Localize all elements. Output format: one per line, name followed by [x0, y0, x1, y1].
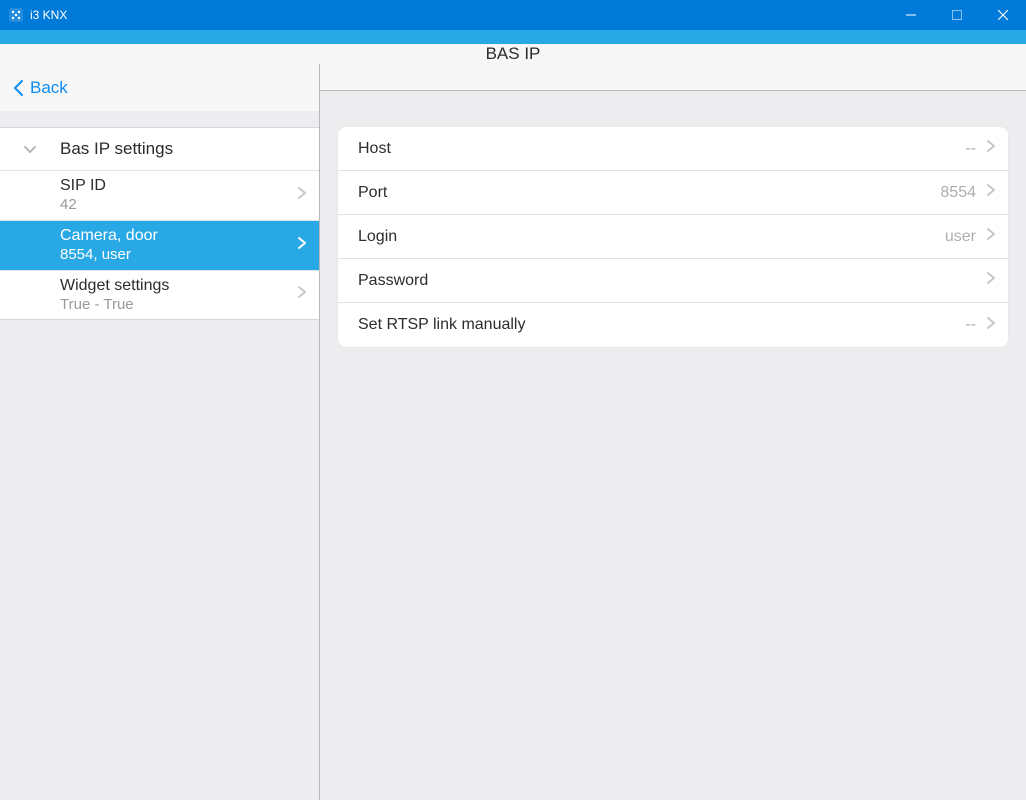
row-login[interactable]: Login user — [338, 215, 1008, 259]
sidebar: Bas IP settings SIP ID 42 Camera, door 8… — [0, 91, 320, 800]
sidebar-group-title: Bas IP settings — [60, 139, 319, 159]
chevron-right-icon — [297, 235, 309, 256]
accent-strip — [0, 30, 1026, 44]
chevron-right-icon — [986, 138, 996, 159]
settings-card: Host -- Port 8554 Login user — [338, 127, 1008, 347]
maximize-button[interactable] — [934, 0, 980, 30]
row-host[interactable]: Host -- — [338, 127, 1008, 171]
row-value: user — [945, 228, 976, 246]
sidebar-item-camera-door[interactable]: Camera, door 8554, user — [0, 221, 319, 271]
row-value: -- — [965, 140, 976, 158]
row-label: Set RTSP link manually — [358, 316, 965, 334]
sidebar-item-sip-id[interactable]: SIP ID 42 — [0, 171, 319, 221]
main-panel: Host -- Port 8554 Login user — [320, 91, 1026, 800]
page-title-wrap: BAS IP — [0, 44, 1026, 64]
row-value: 8554 — [940, 184, 976, 202]
back-label: Back — [30, 78, 68, 98]
sidebar-group-header[interactable]: Bas IP settings — [0, 127, 319, 171]
sidebar-item-label: SIP ID — [60, 176, 297, 196]
page-title: BAS IP — [486, 44, 541, 64]
row-set-rtsp-link-manually[interactable]: Set RTSP link manually -- — [338, 303, 1008, 347]
header-left: Back — [0, 64, 320, 111]
sidebar-item-subtitle: 8554, user — [60, 246, 297, 265]
row-label: Port — [358, 184, 940, 202]
window-title: i3 KNX — [30, 8, 67, 22]
row-password[interactable]: Password — [338, 259, 1008, 303]
row-label: Host — [358, 140, 965, 158]
row-label: Login — [358, 228, 945, 246]
minimize-button[interactable] — [888, 0, 934, 30]
row-label: Password — [358, 272, 976, 290]
chevron-down-icon — [0, 141, 60, 157]
chevron-right-icon — [986, 270, 996, 291]
sidebar-item-label: Camera, door — [60, 226, 297, 246]
chevron-right-icon — [986, 315, 996, 336]
sidebar-item-subtitle: 42 — [60, 196, 297, 215]
sidebar-item-widget-settings[interactable]: Widget settings True - True — [0, 271, 319, 321]
window-titlebar: i3 KNX — [0, 0, 1026, 30]
chevron-right-icon — [297, 284, 309, 305]
sidebar-item-label: Widget settings — [60, 276, 297, 296]
body: Bas IP settings SIP ID 42 Camera, door 8… — [0, 91, 1026, 800]
close-button[interactable] — [980, 0, 1026, 30]
row-port[interactable]: Port 8554 — [338, 171, 1008, 215]
chevron-left-icon — [12, 78, 26, 98]
back-button[interactable]: Back — [12, 78, 68, 98]
app-icon — [8, 7, 24, 23]
sidebar-item-subtitle: True - True — [60, 296, 297, 315]
row-value: -- — [965, 316, 976, 334]
chevron-right-icon — [986, 226, 996, 247]
chevron-right-icon — [986, 182, 996, 203]
chevron-right-icon — [297, 185, 309, 206]
header-bar: BAS IP Back — [0, 44, 1026, 91]
